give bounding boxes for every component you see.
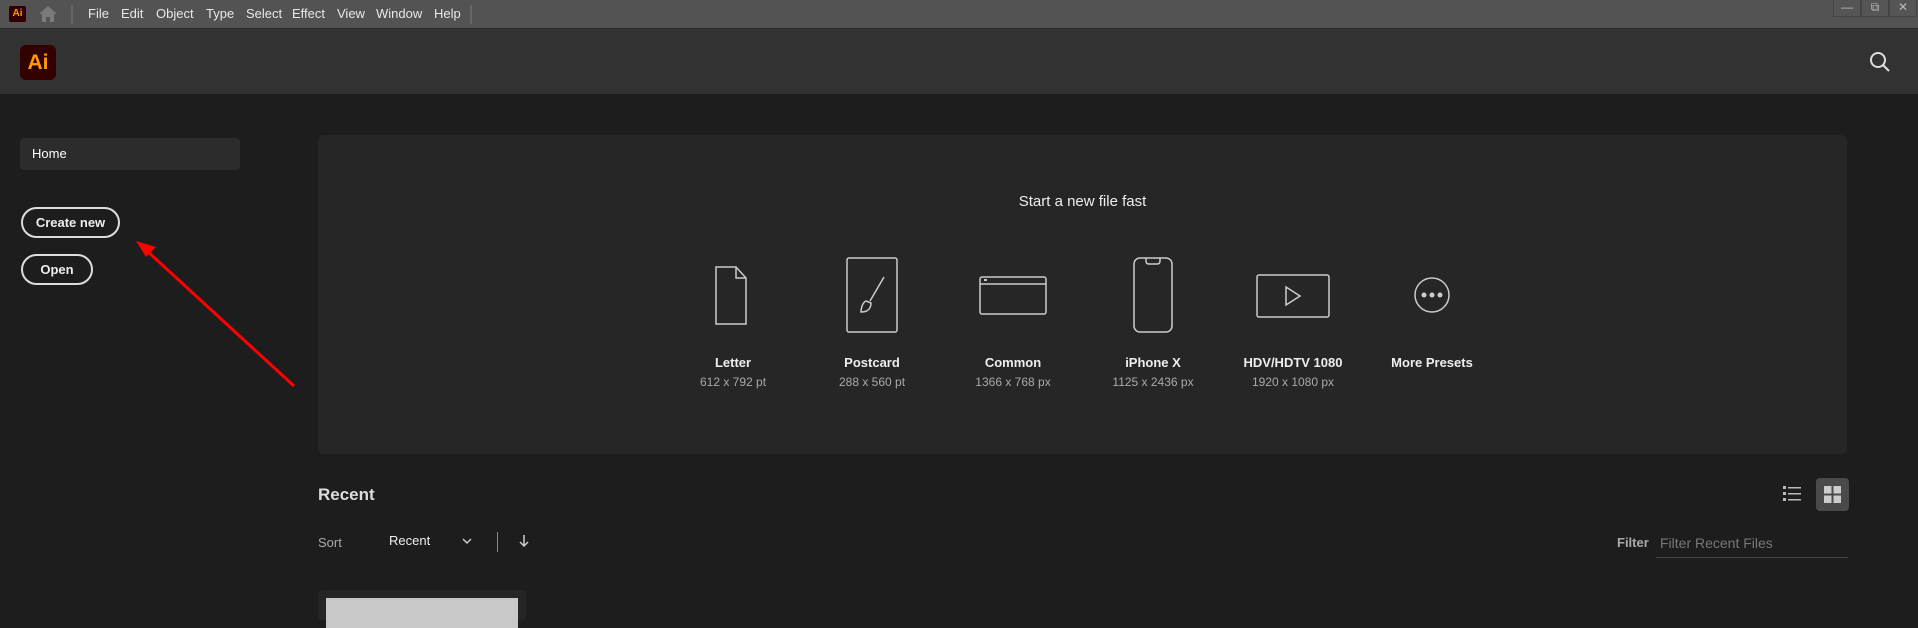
file-thumbnail [326, 598, 518, 628]
divider [470, 5, 472, 24]
minimize-button[interactable]: — [1833, 0, 1861, 17]
preset-common[interactable]: Common 1366 x 768 px [938, 257, 1088, 389]
phone-icon [1133, 257, 1173, 333]
browser-window-icon [979, 276, 1047, 315]
filter-recent-files-input[interactable] [1656, 528, 1848, 558]
list-view-icon[interactable] [1782, 483, 1802, 503]
restore-button[interactable]: ⧉ [1861, 0, 1889, 17]
preset-label: Postcard [844, 355, 900, 370]
sort-label: Sort [318, 535, 342, 550]
grid-view-icon [1824, 486, 1841, 503]
sort-dropdown[interactable]: Recent [389, 532, 474, 552]
chevron-down-icon [462, 538, 472, 545]
preset-label: HDV/HDTV 1080 [1243, 355, 1343, 370]
grid-view-button[interactable] [1816, 478, 1849, 511]
preset-size: 288 x 560 pt [838, 375, 906, 389]
filter-label: Filter [1617, 535, 1649, 550]
search-icon[interactable] [1868, 50, 1892, 74]
preset-label: More Presets [1391, 355, 1473, 370]
more-icon [1414, 277, 1450, 313]
preset-size: 1920 x 1080 px [1251, 375, 1335, 389]
recent-heading: Recent [318, 485, 375, 504]
divider [497, 532, 498, 552]
preset-label: iPhone X [1125, 355, 1181, 370]
preset-letter[interactable]: Letter 612 x 792 pt [658, 257, 808, 389]
sort-value: Recent [389, 533, 431, 548]
document-icon [715, 266, 747, 325]
preset-label: Common [984, 355, 1042, 370]
menu-help[interactable]: Help [434, 0, 461, 29]
panel-title: Start a new file fast [1018, 193, 1147, 210]
preset-more-presets[interactable]: More Presets [1357, 257, 1507, 375]
video-icon [1256, 274, 1330, 318]
preset-size: 612 x 792 pt [699, 375, 767, 389]
close-button[interactable]: ✕ [1889, 0, 1917, 17]
preset-iphone-x[interactable]: iPhone X 1125 x 2436 px [1078, 257, 1228, 389]
preset-label: Letter [714, 355, 752, 370]
menu-window[interactable]: Window [376, 0, 422, 29]
preset-hdv-hdtv-1080[interactable]: HDV/HDTV 1080 1920 x 1080 px [1218, 257, 1368, 389]
sort-direction-icon[interactable] [518, 534, 530, 548]
annotation-arrow [136, 241, 296, 388]
preset-size: 1366 x 768 px [975, 375, 1051, 389]
preset-postcard[interactable]: Postcard 288 x 560 pt [797, 257, 947, 389]
preset-size: 1125 x 2436 px [1112, 375, 1194, 389]
brush-icon [846, 257, 898, 333]
menu-view[interactable]: View [337, 0, 365, 29]
recent-file-card[interactable] [318, 590, 526, 628]
